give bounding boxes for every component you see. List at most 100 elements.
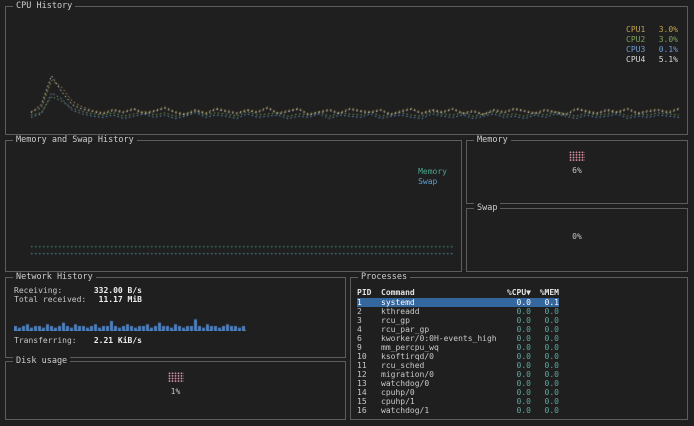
process-command: cpuhp/0 xyxy=(381,388,501,397)
network-transferring-row: Transferring: 2.21 KiB/s xyxy=(14,336,142,345)
process-row[interactable]: 16 watchdog/1 0.0 0.0 xyxy=(357,406,559,415)
memory-title: Memory xyxy=(474,135,511,146)
process-row[interactable]: 4 rcu_par_gp 0.0 0.0 xyxy=(357,325,559,334)
cpu-legend-label: CPU1 xyxy=(626,25,645,35)
process-mem: 0.0 xyxy=(531,343,559,352)
process-mem: 0.1 xyxy=(531,298,559,307)
total-received-value: 11.17 MiB xyxy=(99,295,142,304)
process-cpu: 0.0 xyxy=(501,361,531,370)
process-cpu: 0.0 xyxy=(501,397,531,406)
process-cpu: 0.0 xyxy=(501,316,531,325)
processes-title: Processes xyxy=(358,272,410,283)
process-pid: 15 xyxy=(357,397,381,406)
memswap-legend: Memory Swap xyxy=(418,167,447,187)
cpu-legend-label: CPU3 xyxy=(626,45,645,55)
transferring-value: 2.21 KiB/s xyxy=(94,336,142,345)
column-header-cpu[interactable]: %CPU▼ xyxy=(501,288,531,297)
cpu-legend-value: 3.0% xyxy=(659,25,678,35)
process-pid: 1 xyxy=(357,298,381,307)
cpu-legend-value: 3.0% xyxy=(659,35,678,45)
processes-panel: Processes PID Command %CPU▼ %MEM 1 syste… xyxy=(350,277,688,420)
process-pid: 13 xyxy=(357,379,381,388)
disk-gauge: 1% xyxy=(6,372,345,396)
memswap-legend-label: Memory xyxy=(418,167,447,177)
process-row[interactable]: 14 cpuhp/0 0.0 0.0 xyxy=(357,388,559,397)
process-mem: 0.0 xyxy=(531,397,559,406)
memswap-legend-item: Memory xyxy=(418,167,447,177)
memory-usage-meter xyxy=(569,151,585,161)
cpu-y-axis xyxy=(8,25,25,126)
total-received-label: Total received: xyxy=(14,295,86,304)
process-mem: 0.0 xyxy=(531,388,559,397)
process-pid: 2 xyxy=(357,307,381,316)
process-pid: 3 xyxy=(357,316,381,325)
disk-usage-title: Disk usage xyxy=(13,356,70,367)
process-mem: 0.0 xyxy=(531,379,559,388)
column-header-command[interactable]: Command xyxy=(381,288,501,297)
process-row[interactable]: 2 kthreadd 0.0 0.0 xyxy=(357,307,559,316)
memswap-history-chart xyxy=(30,152,454,256)
process-row[interactable]: 15 cpuhp/1 0.0 0.0 xyxy=(357,397,559,406)
process-mem: 0.0 xyxy=(531,406,559,415)
memswap-legend-item: Swap xyxy=(418,177,447,187)
process-cpu: 0.0 xyxy=(501,307,531,316)
process-mem: 0.0 xyxy=(531,325,559,334)
process-pid: 4 xyxy=(357,325,381,334)
process-cpu: 0.0 xyxy=(501,352,531,361)
process-cpu: 0.0 xyxy=(501,298,531,307)
process-mem: 0.0 xyxy=(531,307,559,316)
column-header-pid[interactable]: PID xyxy=(357,288,381,297)
process-row[interactable]: 10 ksoftirqd/0 0.0 0.0 xyxy=(357,352,559,361)
process-mem: 0.0 xyxy=(531,316,559,325)
disk-percent: 1% xyxy=(6,387,345,396)
process-command: watchdog/1 xyxy=(381,406,501,415)
process-table-header: PID Command %CPU▼ %MEM xyxy=(357,288,559,297)
process-mem: 0.0 xyxy=(531,352,559,361)
process-mem: 0.0 xyxy=(531,334,559,343)
cpu-legend-item: CPU1 3.0% xyxy=(626,25,678,35)
process-command: mm_percpu_wq xyxy=(381,343,501,352)
process-cpu: 0.0 xyxy=(501,379,531,388)
cpu-legend-value: 0.1% xyxy=(659,45,678,55)
process-mem: 0.0 xyxy=(531,370,559,379)
process-row[interactable]: 12 migration/0 0.0 0.0 xyxy=(357,370,559,379)
network-history-panel: Network History Receiving: 332.00 B/s To… xyxy=(5,277,346,358)
process-mem: 0.0 xyxy=(531,361,559,370)
disk-usage-panel: Disk usage 1% xyxy=(5,361,346,420)
process-command: ksoftirqd/0 xyxy=(381,352,501,361)
swap-panel: Swap 0% xyxy=(466,208,688,272)
cpu-legend-label: CPU2 xyxy=(626,35,645,45)
process-pid: 6 xyxy=(357,334,381,343)
memswap-history-panel: Memory and Swap History Memory Swap xyxy=(5,140,462,272)
memory-percent: 6% xyxy=(467,166,687,175)
process-command: migration/0 xyxy=(381,370,501,379)
process-row[interactable]: 13 watchdog/0 0.0 0.0 xyxy=(357,379,559,388)
memswap-legend-label: Swap xyxy=(418,177,437,187)
memory-gauge: 6% xyxy=(467,151,687,175)
process-row[interactable]: 3 rcu_gp 0.0 0.0 xyxy=(357,316,559,325)
column-header-mem[interactable]: %MEM xyxy=(531,288,559,297)
process-row[interactable]: 11 rcu_sched 0.0 0.0 xyxy=(357,361,559,370)
process-command: cpuhp/1 xyxy=(381,397,501,406)
process-row[interactable]: 6 kworker/0:0H-events_high 0.0 0.0 xyxy=(357,334,559,343)
disk-usage-meter xyxy=(168,372,184,382)
process-pid: 10 xyxy=(357,352,381,361)
process-pid: 9 xyxy=(357,343,381,352)
process-pid: 11 xyxy=(357,361,381,370)
process-command: rcu_sched xyxy=(381,361,501,370)
process-command: rcu_gp xyxy=(381,316,501,325)
network-total-received-row: Total received: 11.17 MiB xyxy=(14,295,142,304)
process-row[interactable]: 9 mm_percpu_wq 0.0 0.0 xyxy=(357,343,559,352)
process-command: watchdog/0 xyxy=(381,379,501,388)
swap-title: Swap xyxy=(474,203,500,214)
process-cpu: 0.0 xyxy=(501,388,531,397)
cpu-legend: CPU1 3.0% CPU2 3.0% CPU3 0.1% CPU4 5.1% xyxy=(626,25,678,65)
process-command: kthreadd xyxy=(381,307,501,316)
process-row[interactable]: 1 systemd 0.0 0.1 xyxy=(357,298,559,307)
cpu-legend-item: CPU4 5.1% xyxy=(626,55,678,65)
receiving-value: 332.00 B/s xyxy=(94,286,142,295)
network-history-chart xyxy=(14,311,246,331)
cpu-legend-item: CPU2 3.0% xyxy=(626,35,678,45)
cpu-history-chart xyxy=(30,18,680,122)
process-cpu: 0.0 xyxy=(501,343,531,352)
